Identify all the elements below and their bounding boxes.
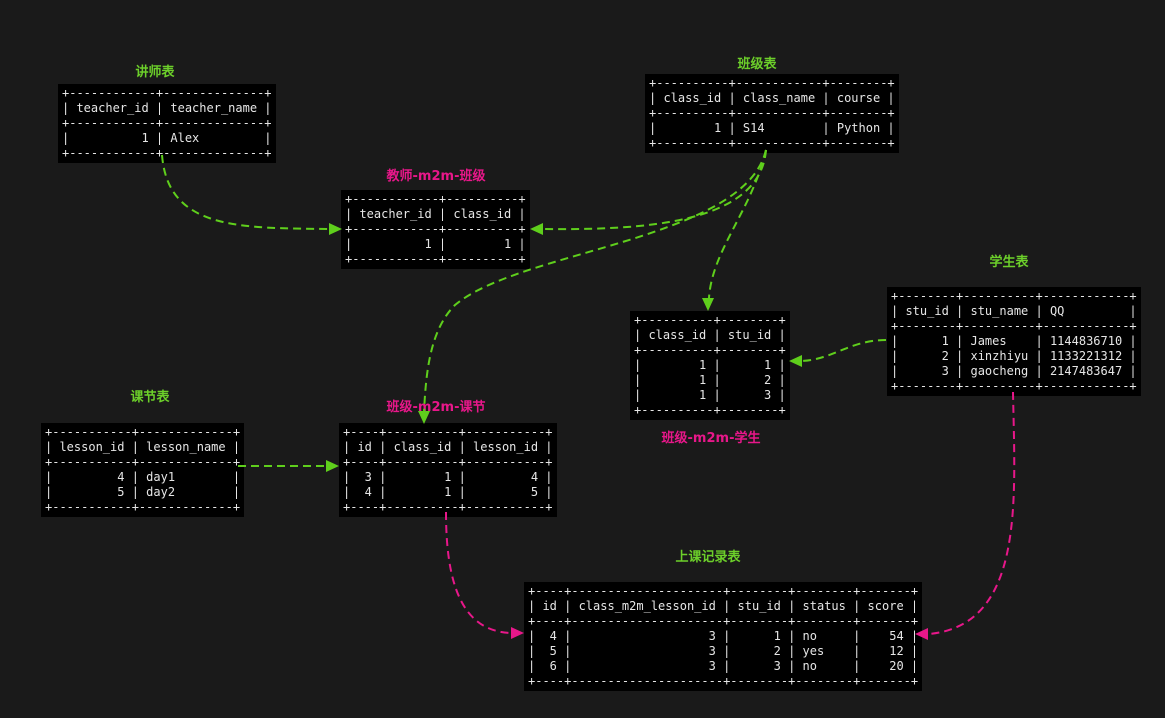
table-class: +----------+------------+--------+ | cla… [645, 74, 899, 153]
caption-teacher: 讲师表 [135, 65, 175, 80]
arrow-student-to-class-student [800, 339, 887, 362]
caption-student: 学生表 [989, 255, 1029, 270]
caption-lesson: 课节表 [130, 390, 170, 405]
arrowhead-class-student-top [702, 298, 714, 311]
table-lesson: +-----------+-------------+ | lesson_id … [41, 423, 245, 517]
caption-class-lesson: 班级-m2m-课节 [386, 400, 486, 415]
arrow-class-to-class-student [708, 149, 767, 299]
arrow-class-lesson-to-record [445, 511, 513, 634]
table-student: +--------+----------+------------+ | stu… [887, 287, 1141, 396]
caption-record: 上课记录表 [675, 550, 741, 565]
arrowhead-class-student-right [789, 355, 802, 367]
arrow-teacher-to-teacher-class [161, 154, 331, 230]
caption-teacher-class: 教师-m2m-班级 [386, 169, 486, 184]
schema-diagram: 讲师表 +------------+--------------+ | teac… [0, 0, 1165, 718]
arrowhead-record-left [511, 627, 524, 639]
table-teacher: +------------+--------------+ | teacher_… [58, 84, 276, 163]
caption-class: 班级表 [737, 57, 777, 72]
caption-class-student: 班级-m2m-学生 [661, 431, 761, 446]
arrowhead-teacher-class-right [530, 223, 543, 235]
table-class-lesson: +----+----------+-----------+ | id | cla… [339, 423, 557, 517]
table-record: +----+---------------------+--------+---… [524, 582, 923, 691]
table-teacher-class: +------------+----------+ | teacher_id |… [341, 190, 530, 269]
arrowhead-class-lesson-left [326, 460, 339, 472]
arrow-student-to-record [928, 391, 1016, 635]
table-class-student: +----------+--------+ | class_id | stu_i… [630, 311, 790, 420]
arrow-class-to-teacher-class [542, 149, 767, 231]
